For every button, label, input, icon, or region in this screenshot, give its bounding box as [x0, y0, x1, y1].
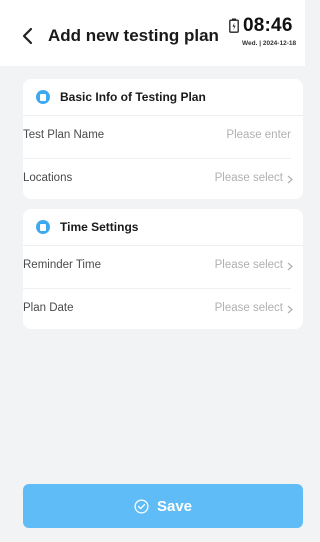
status-area: 08:46 Wed. | 2024-12-18	[229, 15, 301, 55]
chevron-right-icon	[287, 305, 293, 314]
locations-select[interactable]: Please select	[215, 172, 291, 184]
locations-field[interactable]: Locations Please select	[23, 158, 303, 202]
chevron-left-icon	[22, 27, 33, 45]
chevron-right-icon	[287, 262, 293, 271]
test-plan-name-field[interactable]: Test Plan Name Please enter	[23, 115, 303, 159]
field-label: Locations	[23, 172, 73, 184]
back-button[interactable]	[20, 26, 36, 46]
time-settings-card: Time Settings Reminder Time Please selec…	[23, 209, 303, 329]
reminder-time-field[interactable]: Reminder Time Please select	[23, 245, 303, 289]
reminder-time-select[interactable]: Please select	[215, 259, 291, 271]
check-circle-icon	[134, 498, 149, 514]
clock-time: 08:46	[243, 15, 293, 36]
app-header: Add new testing plan 08:46 Wed. | 2024-1…	[0, 0, 305, 66]
chevron-right-icon	[287, 175, 293, 184]
section-title: Basic Info of Testing Plan	[60, 90, 206, 104]
clock-date: Wed. | 2024-12-18	[242, 40, 297, 47]
field-label: Test Plan Name	[23, 129, 105, 141]
section-header: Time Settings	[36, 219, 138, 235]
test-plan-name-input[interactable]: Please enter	[226, 129, 291, 141]
document-icon	[36, 90, 50, 104]
field-label: Reminder Time	[23, 259, 101, 271]
plan-date-field[interactable]: Plan Date Please select	[23, 288, 303, 332]
document-icon	[36, 220, 50, 234]
battery-icon	[229, 18, 239, 33]
basic-info-card: Basic Info of Testing Plan Test Plan Nam…	[23, 79, 303, 199]
section-title: Time Settings	[60, 220, 139, 234]
plan-date-select[interactable]: Please select	[215, 302, 291, 314]
page-title: Add new testing plan	[48, 26, 219, 45]
field-label: Plan Date	[23, 302, 74, 314]
save-button[interactable]: Save	[23, 484, 303, 528]
save-label: Save	[156, 497, 193, 515]
section-header: Basic Info of Testing Plan	[36, 89, 206, 105]
